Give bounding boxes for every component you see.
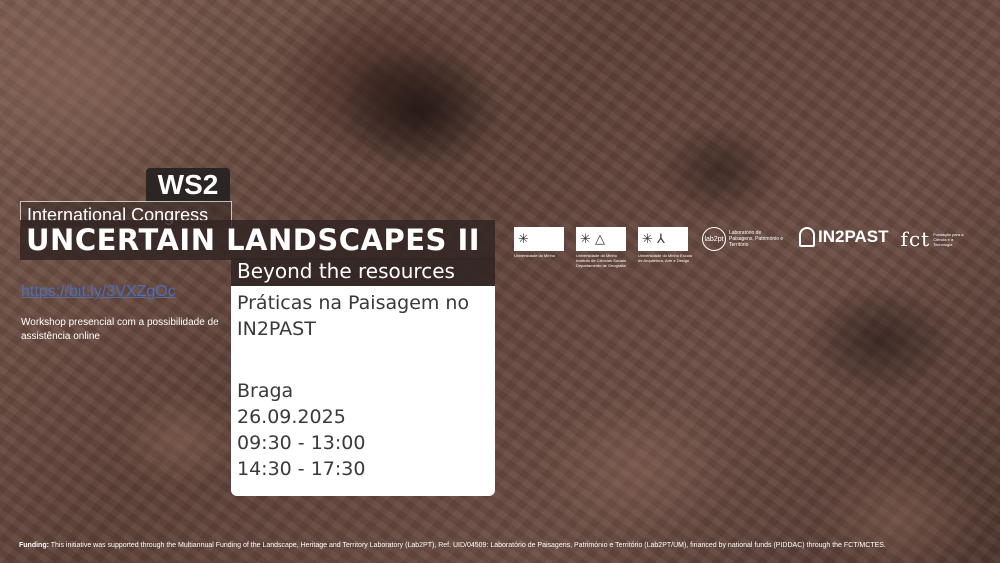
fct-logo: fct Fundação para a Ciência e a Tecnolog…: [900, 227, 964, 251]
event-title: UNCERTAIN LANDSCAPES II: [20, 220, 495, 260]
in2past-logo: IN2PAST: [799, 227, 889, 247]
time-afternoon: 14:30 - 17:30: [237, 458, 366, 480]
workshop-title-line-1: Práticas na Paisagem no: [237, 292, 470, 314]
workshop-title-line-2: IN2PAST: [237, 318, 316, 340]
workshop-card: Práticas na Paisagem no IN2PAST Braga 26…: [231, 286, 495, 496]
uminho-ics-logo: ✳ △ Universidade do Minho Instituto de C…: [576, 227, 632, 268]
workshop-tag: WS2: [146, 168, 230, 202]
event-subtitle: Beyond the resources: [231, 258, 495, 286]
funding-text: This initiative was supported through th…: [50, 542, 886, 549]
date: 26.09.2025: [237, 406, 346, 428]
background-image: [0, 0, 1000, 563]
attendance-note: Workshop presencial com a possibilidade …: [21, 317, 219, 342]
uminho-star-icon: ✳ △: [580, 231, 606, 247]
uminho-eaad-logo: ✳ ⅄ Universidade do Minho Escola de Arqu…: [638, 227, 694, 263]
uminho-logo: ✳ Universidade do Minho: [514, 227, 570, 258]
uminho-star-icon: ✳ ⅄: [642, 231, 665, 247]
funding-label: Funding:: [19, 542, 49, 549]
partner-logos: ✳ Universidade do Minho ✳ △ Universidade…: [514, 227, 969, 275]
location: Braga: [237, 380, 294, 402]
lab2pt-logo: lab2pt Laboratório de Paisagens, Patrimó…: [702, 227, 787, 251]
funding-statement: Funding: This initiative was supported t…: [19, 542, 886, 549]
time-morning: 09:30 - 13:00: [237, 432, 366, 454]
in2past-arch-icon: [799, 227, 815, 247]
uminho-star-icon: ✳: [518, 231, 529, 247]
registration-link[interactable]: https://bit.ly/3VXZgOc: [21, 283, 176, 301]
lab2pt-mark-icon: lab2pt: [702, 227, 726, 251]
